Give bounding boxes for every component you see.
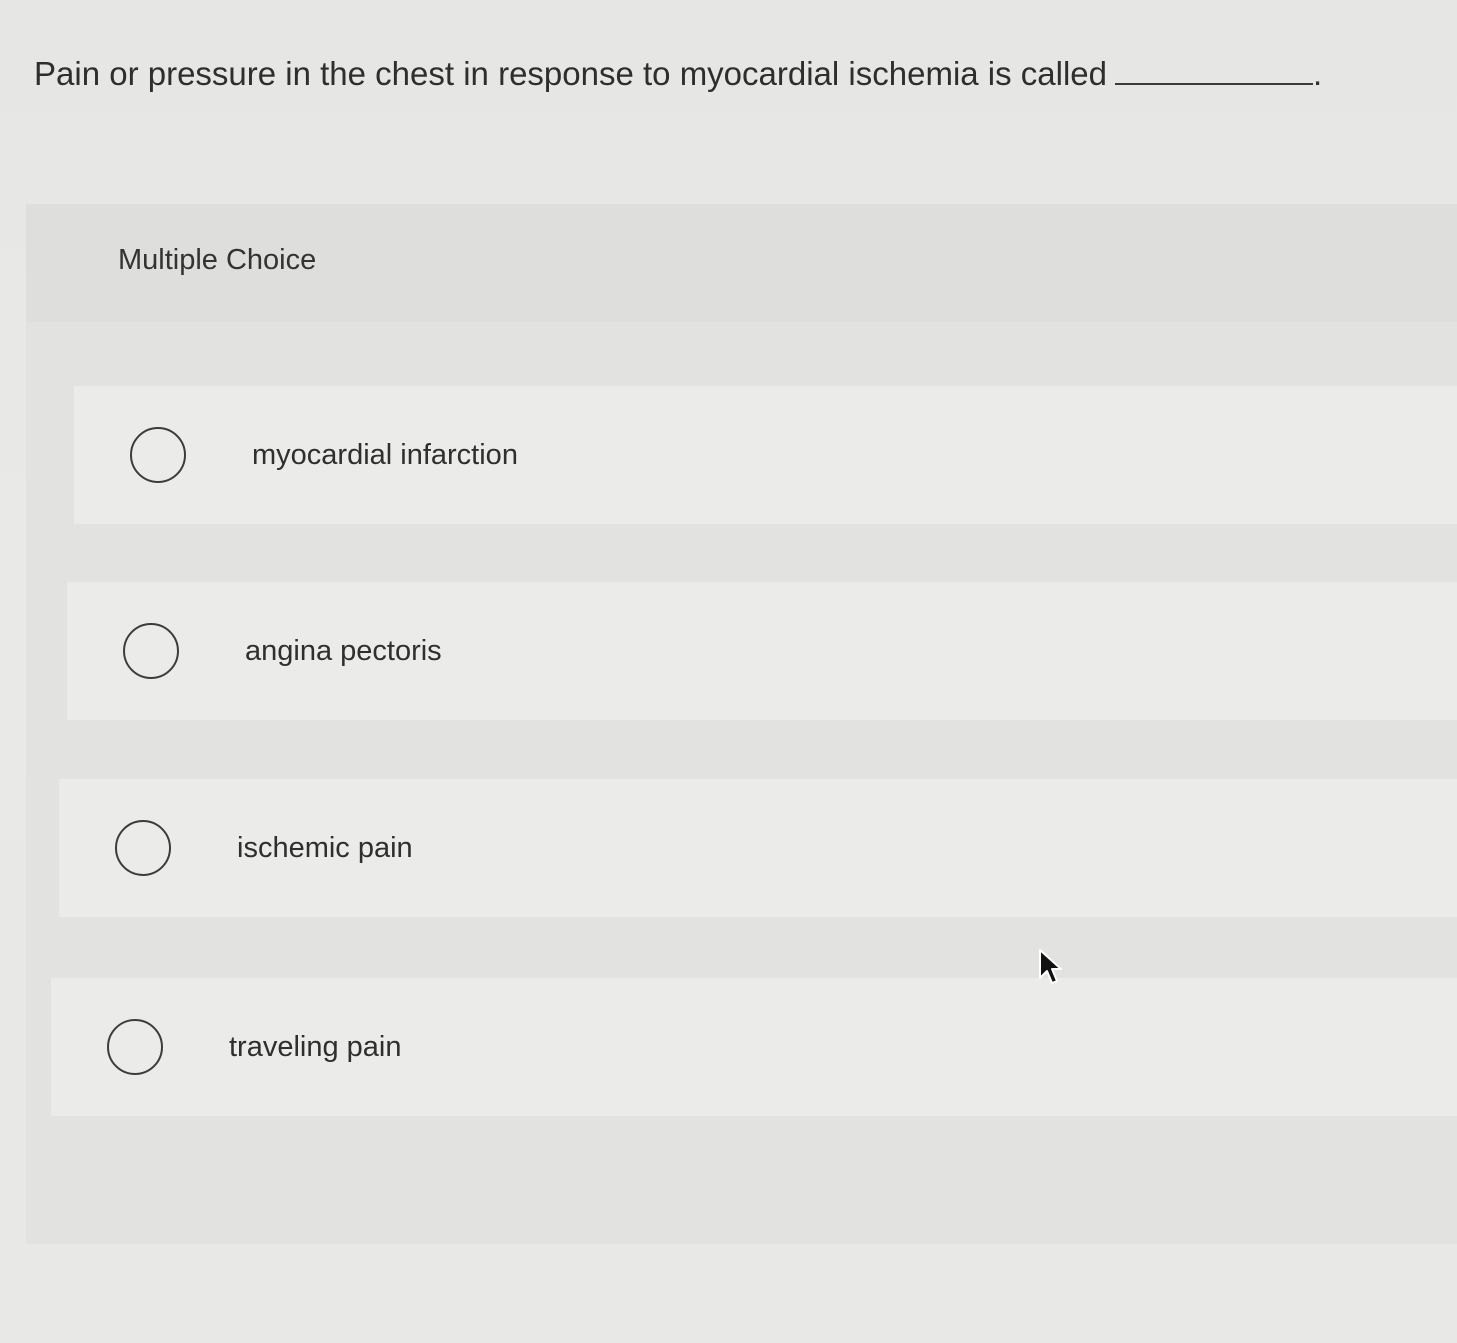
panel-header: Multiple Choice [26,204,1457,322]
answer-option-angina-pectoris[interactable]: angina pectoris [67,582,1457,720]
radio-unselected-icon[interactable] [123,623,179,679]
option-label: ischemic pain [237,831,413,864]
option-label: myocardial infarction [252,438,518,471]
radio-unselected-icon[interactable] [115,820,171,876]
option-label: angina pectoris [245,634,442,667]
answer-option-myocardial-infarction[interactable]: myocardial infarction [74,386,1457,524]
answer-option-traveling-pain[interactable]: traveling pain [51,978,1457,1116]
radio-unselected-icon[interactable] [130,427,186,483]
question-end-punctuation: . [1313,55,1323,92]
option-label: traveling pain [229,1030,402,1063]
question-text: Pain or pressure in the chest in respons… [34,50,1322,98]
answer-option-ischemic-pain[interactable]: ischemic pain [59,779,1457,917]
mouse-pointer-icon [1039,949,1062,984]
question-prompt: Pain or pressure in the chest in respons… [34,55,1108,92]
radio-unselected-icon[interactable] [107,1019,163,1075]
answer-blank [1115,55,1314,85]
question-type-label: Multiple Choice [118,244,317,276]
